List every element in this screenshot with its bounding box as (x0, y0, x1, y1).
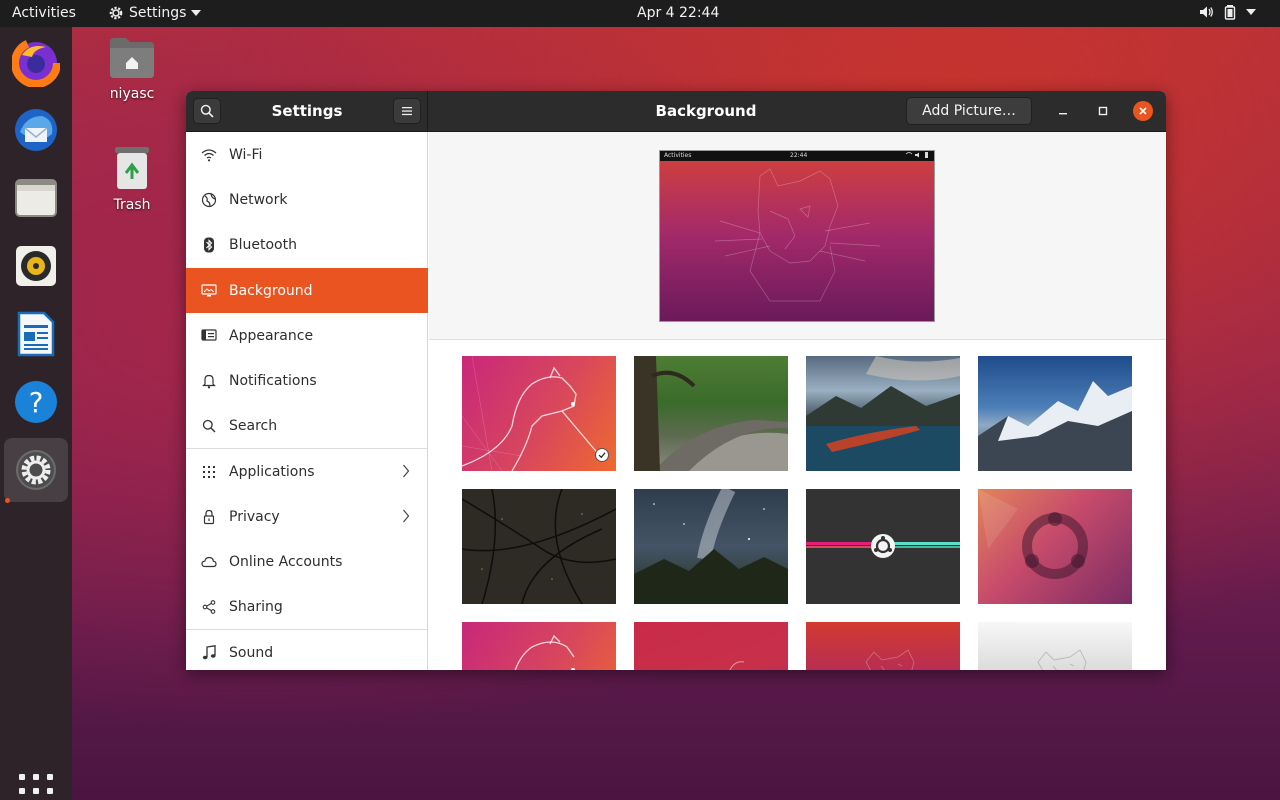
desktop-trash[interactable]: Trash (92, 145, 172, 213)
search-icon (201, 418, 217, 434)
top-bar: Activities Settings Apr 4 22:44 (0, 0, 1280, 27)
cloud-icon (201, 554, 217, 570)
sidebar-item-label: Applications (229, 463, 315, 480)
apps-grid-icon (201, 464, 217, 480)
preview-area: Activities 22:44 (429, 132, 1166, 340)
chevron-right-icon (402, 509, 410, 527)
page-title: Background (655, 102, 757, 120)
focal-fossa-orange-wallpaper[interactable] (462, 356, 616, 471)
help-icon[interactable]: ? (4, 370, 68, 434)
add-picture-button[interactable]: Add Picture… (906, 97, 1032, 125)
appearance-icon (201, 328, 217, 344)
selected-check-icon (595, 448, 609, 462)
sidebar-item-label: Network (229, 191, 288, 208)
sidebar-item-label: Privacy (229, 508, 280, 525)
dock: ? (0, 27, 72, 800)
sidebar-item-label: Background (229, 282, 313, 299)
sidebar-item-label: Appearance (229, 327, 314, 344)
sidebar-item-notifications[interactable]: Notifications (186, 358, 428, 403)
sidebar-item-privacy[interactable]: Privacy (186, 494, 428, 539)
bell-icon (201, 373, 217, 389)
ubuntu-logo-abstract-wallpaper[interactable] (978, 489, 1132, 604)
sidebar-item-online-accounts[interactable]: Online Accounts (186, 539, 428, 584)
pink-red-gradient-wallpaper[interactable] (634, 622, 788, 670)
sidebar-item-label: Wi-Fi (229, 146, 263, 163)
background-content: Activities 22:44 (429, 132, 1166, 670)
system-tray[interactable] (1198, 4, 1256, 20)
focal-fossa-grey-wallpaper[interactable] (978, 622, 1132, 670)
music-note-icon (201, 644, 217, 661)
settings-sidebar: Wi-Fi Network Bluetooth Background Appea… (186, 132, 428, 670)
desktop-home-folder[interactable]: niyasc (92, 36, 172, 102)
bluetooth-icon (201, 237, 217, 253)
share-icon (201, 599, 217, 615)
rhythmbox-icon[interactable] (4, 234, 68, 298)
volume-icon (1198, 4, 1214, 20)
trash-icon (115, 147, 149, 189)
firefox-icon[interactable] (4, 31, 68, 95)
sidebar-item-label: Sharing (229, 598, 283, 615)
snowy-mountains-wallpaper[interactable] (978, 356, 1132, 471)
header-bar: Settings Background Add Picture… (186, 91, 1166, 132)
chevron-down-icon (191, 9, 202, 17)
sidebar-item-background[interactable]: Background (186, 268, 428, 313)
trash-label: Trash (113, 197, 151, 213)
settings-icon[interactable] (4, 438, 68, 502)
ubuntu-logo-stripes-wallpaper[interactable] (806, 489, 960, 604)
maximize-icon (1098, 106, 1108, 116)
sidebar-item-label: Online Accounts (229, 553, 343, 570)
running-indicator (5, 498, 10, 503)
milky-way-mountains-wallpaper[interactable] (634, 489, 788, 604)
hamburger-menu-icon (402, 107, 412, 116)
sidebar-item-label: Notifications (229, 372, 317, 389)
sidebar-item-network[interactable]: Network (186, 177, 428, 222)
sidebar-title: Settings (271, 102, 343, 120)
wifi-icon (201, 147, 217, 163)
battery-icon (1224, 4, 1236, 20)
thunderbird-icon[interactable] (4, 98, 68, 162)
minimize-button[interactable] (1053, 101, 1073, 121)
clock[interactable]: Apr 4 22:44 (637, 5, 719, 21)
lock-icon (201, 509, 217, 525)
gear-icon (108, 5, 124, 21)
dark-branches-wallpaper[interactable] (462, 489, 616, 604)
system-menu-chevron-icon (1246, 8, 1256, 16)
files-icon[interactable] (4, 166, 68, 230)
app-menu-label: Settings (129, 5, 187, 21)
chevron-right-icon (402, 464, 410, 482)
sidebar-item-search[interactable]: Search (186, 403, 428, 448)
close-icon (1139, 107, 1147, 115)
stone-wall-path-wallpaper[interactable] (634, 356, 788, 471)
focal-fossa-orange-2-wallpaper[interactable] (462, 622, 616, 670)
activities-button[interactable]: Activities (12, 5, 76, 21)
settings-window: Settings Background Add Picture… Wi-Fi N… (186, 91, 1166, 670)
svg-text:?: ? (29, 386, 44, 419)
current-background-preview: Activities 22:44 (659, 150, 935, 322)
close-button[interactable] (1133, 101, 1153, 121)
primary-menu-button[interactable] (393, 98, 421, 124)
focal-fossa-purple-wallpaper[interactable] (806, 622, 960, 670)
show-applications-icon[interactable] (19, 774, 53, 800)
libreoffice-writer-icon[interactable] (4, 302, 68, 366)
maximize-button[interactable] (1093, 101, 1113, 121)
minimize-icon (1059, 113, 1067, 115)
sidebar-item-sound[interactable]: Sound (186, 630, 428, 670)
sidebar-item-sharing[interactable]: Sharing (186, 584, 428, 629)
sidebar-item-label: Bluetooth (229, 236, 297, 253)
lake-boat-mountains-wallpaper[interactable] (806, 356, 960, 471)
app-menu[interactable]: Settings (108, 5, 202, 21)
sidebar-header: Settings (186, 91, 428, 132)
sidebar-item-bluetooth[interactable]: Bluetooth (186, 222, 428, 267)
fossa-outline-art (714, 168, 881, 302)
sidebar-item-label: Search (229, 417, 278, 434)
background-icon (201, 283, 217, 299)
network-icon (201, 192, 217, 208)
sidebar-item-applications[interactable]: Applications (186, 449, 428, 494)
sidebar-item-wifi[interactable]: Wi-Fi (186, 132, 428, 177)
home-folder-icon (110, 38, 154, 78)
home-folder-label: niyasc (109, 86, 155, 102)
sidebar-item-label: Sound (229, 644, 274, 661)
sidebar-item-appearance[interactable]: Appearance (186, 313, 428, 358)
